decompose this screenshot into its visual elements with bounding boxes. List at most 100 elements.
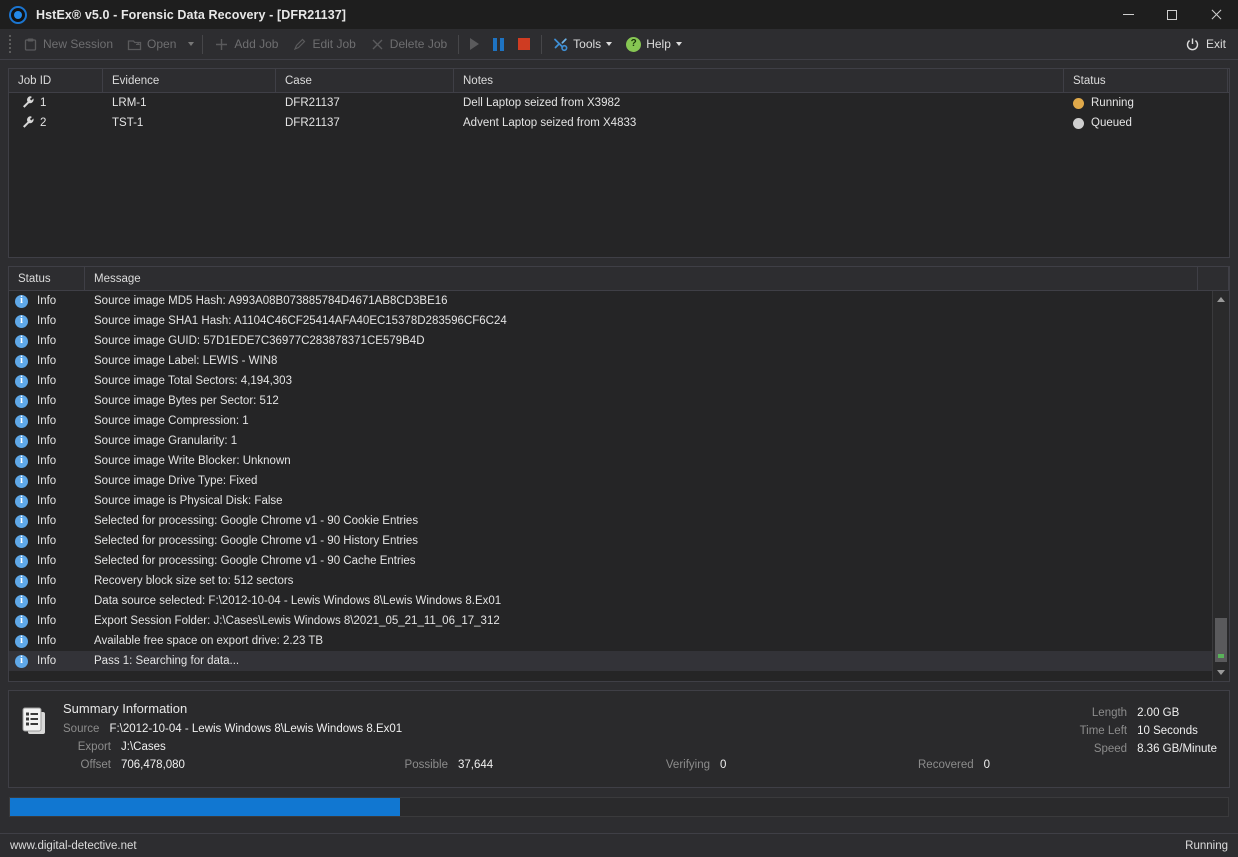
help-menu[interactable]: ? Help [619, 33, 689, 56]
column-header-log-status[interactable]: Status [9, 267, 85, 290]
speed-value: 8.36 GB/Minute [1137, 743, 1217, 755]
summary-field-possible: Possible 37,644 [393, 759, 648, 771]
summary-title: Summary Information [63, 701, 1217, 716]
column-header-status[interactable]: Status [1064, 69, 1228, 92]
exit-button[interactable]: Exit [1179, 33, 1238, 56]
pencil-icon [292, 37, 307, 52]
column-header-case[interactable]: Case [276, 69, 454, 92]
table-row[interactable]: 1 LRM-1 DFR21137 Dell Laptop seized from… [9, 93, 1229, 113]
log-row[interactable]: iInfoSource image GUID: 57D1EDE7C36977C2… [9, 331, 1229, 351]
scrollbar-thumb[interactable] [1215, 618, 1227, 662]
minimize-button[interactable] [1106, 0, 1150, 29]
log-row[interactable]: iInfoSource image MD5 Hash: A993A08B0738… [9, 291, 1229, 311]
offset-value: 706,478,080 [121, 759, 185, 771]
log-row[interactable]: iInfoSelected for processing: Google Chr… [9, 531, 1229, 551]
log-grid-body: iInfoSource image MD5 Hash: A993A08B0738… [9, 291, 1229, 681]
recovered-label: Recovered [918, 759, 974, 771]
log-row[interactable]: iInfoAvailable free space on export driv… [9, 631, 1229, 651]
log-status-label: Info [37, 515, 56, 527]
info-icon: i [15, 435, 28, 448]
add-job-button[interactable]: Add Job [207, 33, 285, 56]
scroll-up-button[interactable] [1213, 291, 1229, 308]
stop-button[interactable] [511, 33, 537, 56]
summary-field-time-left: Time Left 10 Seconds [1067, 725, 1217, 737]
log-status-label: Info [37, 295, 56, 307]
info-icon: i [15, 375, 28, 388]
log-status-label: Info [37, 575, 56, 587]
log-row[interactable]: iInfoSource image Granularity: 1 [9, 431, 1229, 451]
jobs-grid-header: Job ID Evidence Case Notes Status [9, 69, 1229, 93]
log-row[interactable]: iInfoSource image Compression: 1 [9, 411, 1229, 431]
log-row[interactable]: iInfoSource image Bytes per Sector: 512 [9, 391, 1229, 411]
info-icon: i [15, 595, 28, 608]
log-message-cell: Source image MD5 Hash: A993A08B073885784… [85, 295, 448, 307]
log-status-label: Info [37, 555, 56, 567]
toolbar-separator [541, 35, 542, 54]
log-status-label: Info [37, 435, 56, 447]
tools-label: Tools [573, 37, 601, 51]
log-row[interactable]: iInfoExport Session Folder: J:\Cases\Lew… [9, 611, 1229, 631]
status-indicator-queued [1073, 118, 1084, 129]
progress-bar-track [9, 797, 1229, 817]
log-message-cell: Source image SHA1 Hash: A1104C46CF25414A… [85, 315, 507, 327]
log-status-label: Info [37, 355, 56, 367]
table-row[interactable]: 2 TST-1 DFR21137 Advent Laptop seized fr… [9, 113, 1229, 133]
info-icon: i [15, 315, 28, 328]
document-list-icon [19, 705, 53, 787]
chevron-down-icon [188, 42, 194, 46]
possible-label: Possible [393, 759, 448, 771]
log-row[interactable]: iInfoSource image Total Sectors: 4,194,3… [9, 371, 1229, 391]
close-button[interactable] [1194, 0, 1238, 29]
edit-job-button[interactable]: Edit Job [285, 33, 362, 56]
log-status-cell: iInfo [9, 455, 85, 468]
length-label: Length [1067, 707, 1127, 719]
open-button[interactable]: Open [120, 33, 183, 56]
status-bar-website[interactable]: www.digital-detective.net [10, 840, 137, 852]
new-session-icon [23, 37, 38, 52]
edit-job-label: Edit Job [312, 37, 355, 51]
jobs-grid-body: 1 LRM-1 DFR21137 Dell Laptop seized from… [9, 93, 1229, 257]
status-cell: Running [1064, 93, 1228, 113]
log-message-cell: Source image Write Blocker: Unknown [85, 455, 291, 467]
log-row[interactable]: iInfoSelected for processing: Google Chr… [9, 511, 1229, 531]
open-dropdown-button[interactable] [183, 33, 198, 56]
column-header-notes[interactable]: Notes [454, 69, 1064, 92]
column-header-job-id[interactable]: Job ID [9, 69, 103, 92]
log-row[interactable]: iInfoSource image Drive Type: Fixed [9, 471, 1229, 491]
info-icon: i [15, 475, 28, 488]
log-row[interactable]: iInfoRecovery block size set to: 512 sec… [9, 571, 1229, 591]
log-status-cell: iInfo [9, 495, 85, 508]
log-row[interactable]: iInfoSource image SHA1 Hash: A1104C46CF2… [9, 311, 1229, 331]
log-status-cell: iInfo [9, 655, 85, 668]
scroll-down-button[interactable] [1213, 664, 1229, 681]
summary-column-left: Source F:\2012-10-04 - Lewis Windows 8\L… [63, 723, 393, 771]
log-row[interactable]: iInfoData source selected: F:\2012-10-04… [9, 591, 1229, 611]
summary-panel: Summary Information Source F:\2012-10-04… [8, 690, 1230, 788]
info-icon: i [15, 535, 28, 548]
column-header-evidence[interactable]: Evidence [103, 69, 276, 92]
log-status-cell: iInfo [9, 635, 85, 648]
verifying-label: Verifying [648, 759, 710, 771]
delete-job-button[interactable]: Delete Job [363, 33, 454, 56]
maximize-button[interactable] [1150, 0, 1194, 29]
log-status-cell: iInfo [9, 395, 85, 408]
new-session-button[interactable]: New Session [16, 33, 120, 56]
log-row[interactable]: iInfoSource image is Physical Disk: Fals… [9, 491, 1229, 511]
start-button[interactable] [463, 33, 486, 56]
info-icon: i [15, 355, 28, 368]
scrollbar-track[interactable] [1213, 308, 1229, 664]
summary-column-recovered: .. .. Recovered 0 [918, 723, 919, 771]
toolbar-grip[interactable] [6, 34, 14, 54]
log-message-cell: Selected for processing: Google Chrome v… [85, 515, 418, 527]
column-header-log-message[interactable]: Message [85, 267, 1198, 290]
log-row[interactable]: iInfoSelected for processing: Google Chr… [9, 551, 1229, 571]
tools-menu[interactable]: Tools [546, 33, 619, 56]
pause-button[interactable] [486, 33, 511, 56]
help-circle-icon: ? [626, 37, 641, 52]
tools-icon [553, 37, 568, 52]
log-row[interactable]: iInfoSource image Write Blocker: Unknown [9, 451, 1229, 471]
log-row[interactable]: iInfoPass 1: Searching for data... [9, 651, 1229, 671]
log-row[interactable]: iInfoSource image Label: LEWIS - WIN8 [9, 351, 1229, 371]
summary-content: Summary Information Source F:\2012-10-04… [53, 701, 1217, 787]
log-scrollbar[interactable] [1212, 291, 1229, 681]
